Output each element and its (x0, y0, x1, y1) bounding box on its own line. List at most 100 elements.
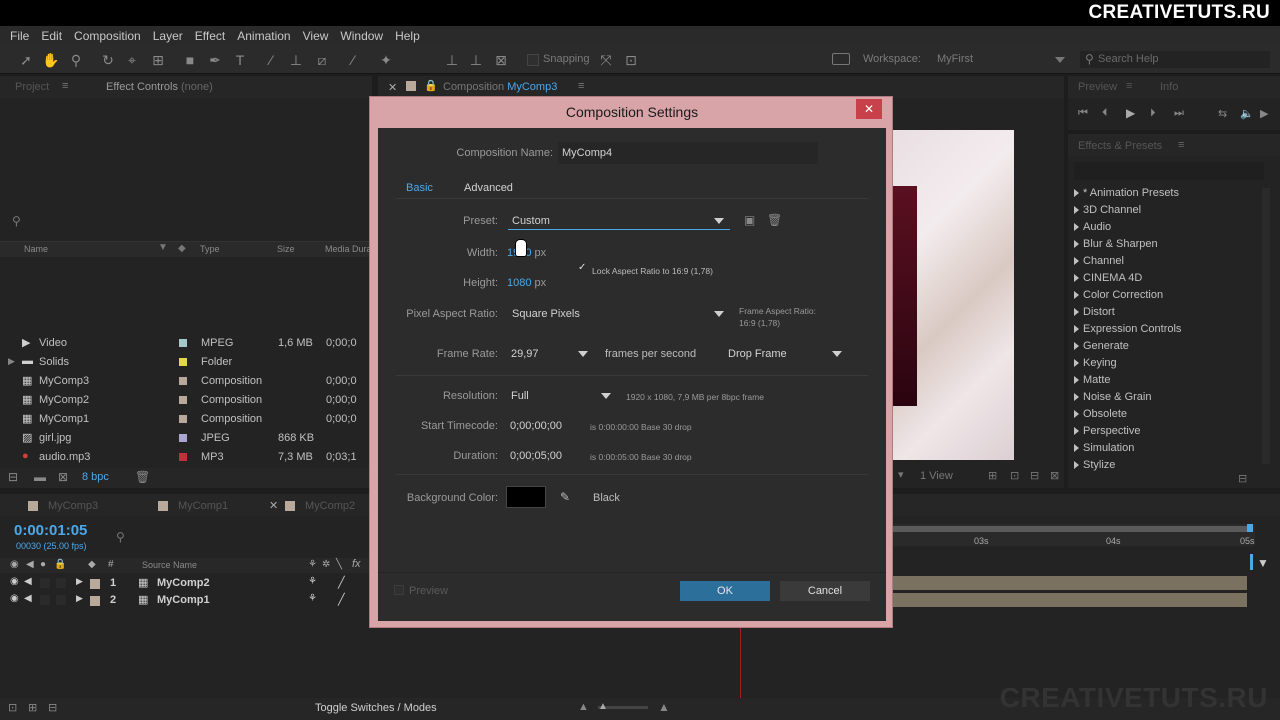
layer-name[interactable]: MyComp2 (157, 577, 210, 589)
delete-preset-icon[interactable]: 🗑 (767, 213, 782, 227)
view-axis-icon[interactable]: ⊠ (493, 52, 509, 68)
modes-icon[interactable]: ⊞ (28, 701, 37, 714)
playhead-icon[interactable]: ▼ (1257, 556, 1269, 570)
label-swatch[interactable] (179, 377, 187, 385)
preview-checkbox[interactable] (394, 585, 404, 595)
menu-item-6[interactable]: View (303, 29, 329, 43)
tab-advanced[interactable]: Advanced (464, 182, 513, 194)
timeline-tab[interactable]: MyComp3 (48, 500, 98, 512)
drop-frame-dropdown[interactable]: Drop Frame (724, 342, 844, 362)
duration-input[interactable]: 0;00;05;00 (510, 450, 562, 462)
snap-option-icon[interactable]: ⤧ (598, 52, 614, 68)
shy-switch-icon[interactable]: ⚘ (308, 576, 317, 587)
loop-icon[interactable]: ⇆ (1218, 107, 1227, 120)
menu-item-5[interactable]: Animation (237, 29, 290, 43)
snapping-checkbox[interactable] (527, 54, 539, 66)
workspace-select[interactable]: MyFirst (937, 53, 973, 65)
tab-project[interactable]: Project (15, 81, 49, 93)
expand-arrow-icon[interactable]: ▶ (76, 576, 83, 587)
lock-toggle[interactable] (56, 578, 66, 588)
preview-menu-icon[interactable]: ≡ (1126, 80, 1132, 92)
menu-item-7[interactable]: Window (340, 29, 383, 43)
view-layout-icon[interactable]: ▾ (898, 468, 904, 481)
effects-menu-icon[interactable]: ≡ (1178, 139, 1184, 151)
effect-category-item[interactable]: Generate (1074, 340, 1264, 357)
delete-icon[interactable]: 🗑 (135, 470, 150, 484)
lock-toggle[interactable] (56, 595, 66, 605)
project-list-item[interactable]: ▶ ▬ Solids Folder (0, 353, 370, 372)
height-field[interactable]: 1080 px (507, 277, 546, 289)
cancel-button[interactable]: Cancel (780, 581, 870, 601)
search-help-field[interactable]: ⚲ Search Help (1080, 51, 1270, 68)
comp-option-icon-4[interactable]: ⊠ (1050, 469, 1059, 482)
solo-toggle[interactable] (40, 595, 50, 605)
work-area-end-handle[interactable] (1247, 524, 1253, 532)
tab-info[interactable]: Info (1160, 81, 1178, 93)
zoom-out-icon[interactable]: ▲ (578, 701, 589, 713)
layer-label-swatch[interactable] (90, 579, 100, 589)
tab-preview[interactable]: Preview (1078, 81, 1117, 93)
effect-category-item[interactable]: Stylize (1074, 459, 1264, 476)
next-frame-icon[interactable]: ⏵ (1150, 107, 1156, 120)
label-swatch[interactable] (179, 339, 187, 347)
timecode-display[interactable]: 0:00:01:05 (14, 522, 87, 539)
label-swatch[interactable] (179, 396, 187, 404)
snap-grid-icon[interactable]: ⊡ (623, 52, 639, 68)
zoom-slider-handle[interactable]: ▲ (598, 701, 608, 712)
composition-tab[interactable]: Composition MyComp3 (443, 81, 557, 93)
comp-option-icon[interactable]: ⊞ (988, 469, 997, 482)
new-composition-icon[interactable]: ⊠ (58, 470, 68, 484)
effect-category-item[interactable]: Blur & Sharpen (1074, 238, 1264, 255)
zoom-in-icon[interactable]: ▲ (658, 700, 670, 714)
workspace-dropdown-arrow-icon[interactable] (1055, 57, 1065, 63)
close-tab-icon[interactable]: ✕ (388, 81, 397, 94)
source-name-header[interactable]: Source Name (142, 560, 197, 570)
start-timecode-input[interactable]: 0;00;00;00 (510, 420, 562, 432)
effect-category-item[interactable]: Audio (1074, 221, 1264, 238)
project-list-item[interactable]: ▦ MyComp2 Composition 0;00;0 (0, 391, 370, 410)
preview-label[interactable]: Preview (409, 585, 448, 597)
effect-category-item[interactable]: Color Correction (1074, 289, 1264, 306)
last-frame-icon[interactable]: ⏭ (1174, 107, 1184, 120)
zoom-tool-icon[interactable]: ⚲ (68, 52, 84, 68)
quality-switch-icon[interactable]: ╱ (338, 593, 345, 606)
effect-category-item[interactable]: Channel (1074, 255, 1264, 272)
preset-dropdown[interactable]: Custom (508, 210, 730, 230)
pen-tool-icon[interactable]: ✒ (207, 52, 223, 68)
type-tool-icon[interactable]: T (232, 52, 248, 68)
effect-category-item[interactable]: Keying (1074, 357, 1264, 374)
lock-aspect-checkbox[interactable]: ✓ (578, 262, 586, 273)
effect-category-item[interactable]: Noise & Grain (1074, 391, 1264, 408)
solo-toggle[interactable] (40, 578, 50, 588)
project-list-item[interactable]: ● audio.mp3 MP3 7,3 MB 0;03;1 (0, 448, 370, 467)
column-type[interactable]: Type (200, 244, 220, 254)
timeline-search-icon[interactable]: ⚲ (116, 530, 125, 544)
menu-item-3[interactable]: Layer (153, 29, 183, 43)
background-color-swatch[interactable] (506, 486, 546, 508)
effect-category-item[interactable]: 3D Channel (1074, 204, 1264, 221)
layer-2-bar[interactable] (893, 593, 1247, 607)
selection-tool-icon[interactable]: ➚ (18, 52, 34, 68)
bit-depth-button[interactable]: 8 bpc (82, 471, 109, 483)
label-swatch[interactable] (179, 358, 187, 366)
menu-item-8[interactable]: Help (395, 29, 420, 43)
clone-stamp-tool-icon[interactable]: ⊥ (288, 52, 304, 68)
project-search-icon[interactable]: ⚲ (12, 214, 21, 228)
layer-label-swatch[interactable] (90, 596, 100, 606)
width-field[interactable]: 1920 px (507, 247, 546, 259)
timeline-tab[interactable]: MyComp2 (305, 500, 355, 512)
effect-category-item[interactable]: Distort (1074, 306, 1264, 323)
tab-effect-controls[interactable]: Effect Controls (none) (106, 81, 213, 93)
project-list-item[interactable]: ▨ girl.jpg JPEG 868 KB (0, 429, 370, 448)
layer-1-bar[interactable] (893, 576, 1247, 590)
lock-aspect-label[interactable]: Lock Aspect Ratio to 16:9 (1,78) (592, 266, 713, 276)
menu-item-4[interactable]: Effect (195, 29, 225, 43)
timeline-layer-row[interactable]: ◉ ◀ ▶ 2 ▦ MyComp1 ⚘ ╱ (0, 592, 370, 609)
lock-icon[interactable]: 🔒 (424, 79, 438, 92)
first-frame-icon[interactable]: ⏮ (1078, 107, 1088, 120)
label-column-icon[interactable]: ◆ (178, 243, 186, 254)
brush-tool-icon[interactable]: ⁄ (263, 52, 279, 68)
quality-switch-icon[interactable]: ╱ (338, 576, 345, 589)
previous-frame-icon[interactable]: ⏴ (1102, 107, 1108, 120)
hand-tool-icon[interactable]: ✋ (42, 52, 59, 68)
